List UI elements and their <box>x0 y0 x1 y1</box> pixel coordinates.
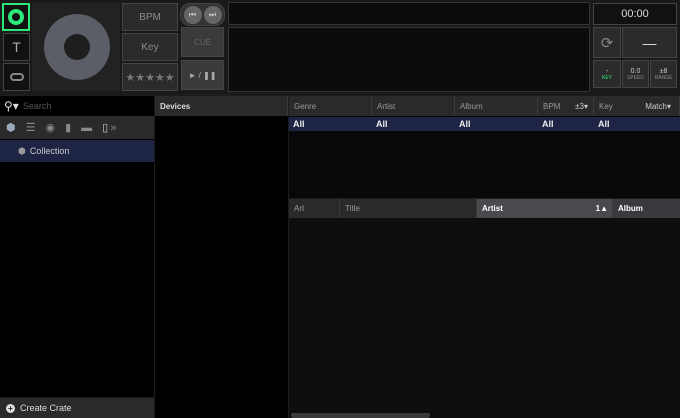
pin-icon: T <box>12 39 21 55</box>
usb-icon[interactable]: ▯ <box>102 121 108 134</box>
platter[interactable] <box>44 14 110 80</box>
fast-forward-icon[interactable]: ⏭ <box>203 5 222 24</box>
package-icon[interactable]: ▮ <box>65 121 71 134</box>
key-lock-button[interactable]: - KEY <box>593 60 621 88</box>
filter-album-header[interactable]: Album <box>455 96 538 116</box>
folder-icon[interactable]: ▬ <box>81 122 92 134</box>
speed-value: 0.0 <box>630 67 641 75</box>
filter-artist-header[interactable]: Artist <box>372 96 455 116</box>
rewind-icon[interactable]: ⏮ <box>183 5 202 24</box>
collection-icon[interactable]: ⬢ <box>6 121 16 134</box>
plus-circle-icon: + <box>6 403 15 413</box>
waveform-main[interactable] <box>228 27 590 92</box>
filter-artist-all[interactable]: All <box>372 118 388 131</box>
column-art[interactable]: Art <box>289 199 340 218</box>
collection-item[interactable]: ⬢ Collection <box>0 140 154 162</box>
play-pause-button[interactable]: ► / ❚❚ <box>181 60 224 90</box>
filter-genre-header[interactable]: Genre <box>289 96 372 116</box>
horizontal-scrollbar[interactable] <box>291 413 430 418</box>
key-display: Key <box>122 33 178 61</box>
filter-key-all[interactable]: All <box>594 118 610 131</box>
create-crate-button[interactable]: + Create Crate <box>0 398 154 418</box>
key-lock-label: KEY <box>601 74 612 81</box>
devices-header: Devices <box>155 96 288 116</box>
bpm-display: BPM <box>122 3 178 31</box>
filter-bpm-header[interactable]: BPM ±3▾ <box>538 96 594 116</box>
key-label: Key <box>599 101 613 111</box>
speed-label: SPEED <box>627 74 644 81</box>
create-crate-label: Create Crate <box>20 403 72 413</box>
source-icons: ⬢ ☰ ◉ ▮ ▬ ▯» <box>0 116 154 139</box>
range-button[interactable]: ±8 RANGE <box>650 60 677 88</box>
pitch-display: — <box>622 27 677 58</box>
search-input[interactable]: Search <box>23 101 52 111</box>
loop-icon <box>9 73 24 81</box>
collection-icon: ⬢ <box>18 145 26 156</box>
tool-button[interactable]: T <box>3 33 30 61</box>
filter-genre-all[interactable]: All <box>289 118 305 131</box>
waveform-overview[interactable] <box>228 2 590 25</box>
filter-bpm-all[interactable]: All <box>538 118 554 131</box>
time-display: 00:00 <box>593 3 677 25</box>
sync-button[interactable]: ⟳ <box>593 27 621 58</box>
filter-key-header[interactable]: Key Match▾ <box>594 96 680 116</box>
more-sources[interactable]: » <box>110 122 116 134</box>
column-title[interactable]: Title <box>340 199 477 218</box>
filter-selected-row <box>289 117 680 131</box>
artist-label: Artist <box>482 204 503 213</box>
track-list[interactable] <box>289 218 680 418</box>
deck-toggle-button[interactable] <box>2 3 30 31</box>
search-bar[interactable]: ⚲▾ Search <box>0 96 154 116</box>
rating-stars[interactable]: ★★★★★ <box>122 63 178 91</box>
range-value: ±8 <box>659 67 668 75</box>
speed-display: 0.0 SPEED <box>622 60 649 88</box>
range-label: RANGE <box>654 74 673 81</box>
column-album[interactable]: Album <box>613 199 680 218</box>
playlist-icon[interactable]: ☰ <box>26 121 36 134</box>
sort-ascending-icon: 1▲ <box>595 204 608 213</box>
sync-icon: ⟳ <box>600 34 614 52</box>
key-match-dropdown[interactable]: Match▾ <box>645 102 671 111</box>
devices-list[interactable] <box>155 116 288 418</box>
bpm-range-dropdown[interactable]: ±3▾ <box>575 102 588 111</box>
collection-label: Collection <box>29 146 70 156</box>
itunes-icon[interactable]: ◉ <box>45 121 55 134</box>
transport-group: ⏮ ⏭ <box>180 3 225 26</box>
key-value: - <box>605 67 609 75</box>
cue-button[interactable]: CUE <box>181 27 224 57</box>
bpm-label: BPM <box>543 101 561 111</box>
record-icon <box>8 9 24 25</box>
column-artist[interactable]: Artist 1▲ <box>477 199 613 218</box>
filter-album-all[interactable]: All <box>455 118 471 131</box>
search-icon: ⚲▾ <box>4 99 19 113</box>
loop-button[interactable] <box>3 63 30 91</box>
